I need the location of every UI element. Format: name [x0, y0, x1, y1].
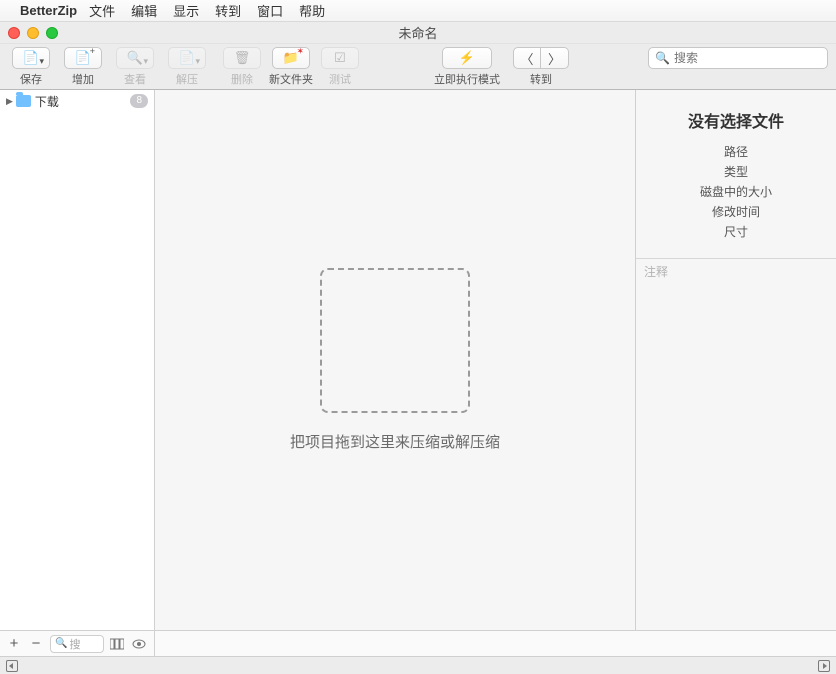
inspector-field-path: 路径: [646, 142, 826, 162]
dropzone-outline: [320, 268, 470, 413]
sidebar-item-label: 下载: [35, 93, 131, 110]
sidebar-columns-button[interactable]: [110, 638, 126, 650]
check-icon: ☑: [334, 50, 346, 66]
menu-file[interactable]: 文件: [89, 1, 115, 20]
count-badge: 8: [130, 94, 148, 108]
sidebar-filter-placeholder: 搜: [69, 636, 80, 652]
menu-go[interactable]: 转到: [215, 1, 241, 20]
menu-window[interactable]: 窗口: [257, 1, 283, 20]
menubar: BetterZip 文件 编辑 显示 转到 窗口 帮助: [0, 0, 836, 22]
execute-mode-button[interactable]: ⚡ 立即执行模式: [432, 47, 502, 87]
extract-button: 📄▾ 解压: [164, 47, 210, 87]
inspector-field-dimensions: 尺寸: [646, 222, 826, 242]
chevron-left-icon: 〈: [520, 49, 533, 68]
app-menu[interactable]: BetterZip: [20, 3, 77, 18]
main-drop-area[interactable]: 把项目拖到这里来压缩或解压缩: [155, 90, 636, 630]
inspector-title: 没有选择文件: [646, 108, 826, 132]
disclosure-triangle-icon[interactable]: ▶: [6, 96, 13, 107]
folder-icon: [16, 95, 31, 107]
drop-hint-text: 把项目拖到这里来压缩或解压缩: [290, 431, 500, 452]
eye-icon: [132, 638, 146, 650]
search-input[interactable]: [674, 51, 829, 65]
sidebar-quicklook-button[interactable]: [132, 638, 148, 650]
test-button: ☑ 测试: [320, 47, 360, 87]
add-favorite-button[interactable]: +: [6, 635, 22, 652]
new-folder-button[interactable]: 📁✶ 新文件夹: [268, 47, 314, 87]
add-icon: 📄: [75, 50, 91, 66]
toolbar: 📄▾ 保存 📄+ 增加 🔍▾ 查看 📄▾ 解压 🗑 删除 📁✶ 新文件夹 ☑ 测…: [0, 44, 836, 90]
inspector-panel: 没有选择文件 路径 类型 磁盘中的大小 修改时间 尺寸 注释: [636, 90, 836, 630]
collapse-right-button[interactable]: [818, 660, 830, 672]
statusbar: [0, 656, 836, 674]
goto-nav: 〈 〉 转到: [512, 47, 570, 87]
search-icon: 🔍: [55, 638, 67, 649]
notes-label: 注释: [636, 259, 836, 284]
view-button: 🔍▾ 查看: [112, 47, 158, 87]
remove-favorite-button[interactable]: −: [28, 635, 44, 652]
chevron-right-icon: 〉: [548, 49, 561, 68]
columns-icon: [110, 638, 124, 650]
lightning-icon: ⚡: [459, 50, 475, 66]
collapse-left-button[interactable]: [6, 660, 18, 672]
sidebar-item-downloads[interactable]: ▶ 下载 8: [0, 90, 154, 112]
save-icon: 📄: [23, 50, 39, 66]
delete-button: 🗑 删除: [222, 47, 262, 87]
menu-view[interactable]: 显示: [173, 1, 199, 20]
magnifier-icon: 🔍: [127, 50, 143, 66]
sidebar: ▶ 下载 8: [0, 90, 155, 630]
zoom-window-button[interactable]: [46, 27, 58, 39]
titlebar: 未命名: [0, 22, 836, 44]
inspector-field-modified: 修改时间: [646, 202, 826, 222]
close-window-button[interactable]: [8, 27, 20, 39]
inspector-field-size-on-disk: 磁盘中的大小: [646, 182, 826, 202]
menu-edit[interactable]: 编辑: [131, 1, 157, 20]
window-controls: [8, 27, 58, 39]
sidebar-filter[interactable]: 🔍 搜: [50, 635, 104, 653]
nav-forward-button[interactable]: 〉: [541, 47, 569, 69]
minimize-window-button[interactable]: [27, 27, 39, 39]
add-button[interactable]: 📄+ 增加: [60, 47, 106, 87]
menu-help[interactable]: 帮助: [299, 1, 325, 20]
toolbar-search[interactable]: 🔍: [648, 47, 828, 69]
window-title: 未命名: [398, 23, 437, 42]
search-icon: 🔍: [655, 51, 670, 65]
footer-blank: [155, 630, 836, 656]
trash-icon: 🗑: [234, 50, 251, 66]
nav-back-button[interactable]: 〈: [513, 47, 541, 69]
sidebar-footer: + − 🔍 搜: [0, 630, 155, 656]
save-button[interactable]: 📄▾ 保存: [8, 47, 54, 87]
inspector-field-type: 类型: [646, 162, 826, 182]
extract-icon: 📄: [179, 50, 195, 66]
